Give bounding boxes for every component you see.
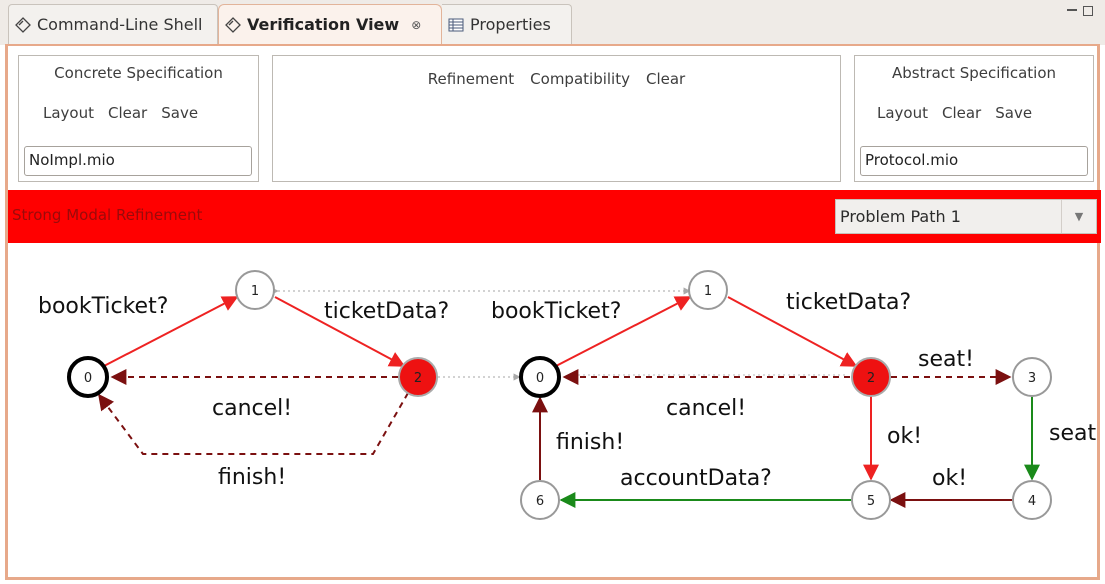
- chevron-down-icon[interactable]: ▼: [1061, 200, 1096, 233]
- tab-label: Command-Line Shell: [37, 15, 203, 34]
- concrete-clear-button[interactable]: Clear: [108, 104, 147, 122]
- refinement-result-band: Strong Modal Refinement Problem Path 1 ▼: [8, 190, 1101, 243]
- node-r5[interactable]: 5: [851, 480, 891, 520]
- label-r-ok-2: ok!: [932, 466, 967, 491]
- node-label: 5: [867, 494, 875, 509]
- problem-path-dropdown[interactable]: Problem Path 1 ▼: [835, 199, 1097, 234]
- tab-command-line-shell[interactable]: Command-Line Shell: [8, 4, 218, 44]
- label-l-cancel: cancel!: [212, 396, 292, 421]
- concrete-layout-button[interactable]: Layout: [43, 104, 94, 122]
- node-label: 6: [536, 494, 544, 509]
- node-r0[interactable]: 0: [519, 356, 561, 398]
- abstract-specification-panel: Abstract Specification Layout Clear Save…: [854, 55, 1094, 182]
- node-r2[interactable]: 2: [851, 357, 891, 397]
- node-r6[interactable]: 6: [520, 480, 560, 520]
- maximize-icon[interactable]: [1083, 6, 1093, 16]
- label-r-ok-1: ok!: [887, 424, 922, 449]
- view-tab-bar: Command-Line Shell Verification View ⊗ P…: [0, 0, 1105, 45]
- abstract-specification-title: Abstract Specification: [891, 64, 1057, 82]
- node-label: 1: [704, 284, 712, 299]
- tab-label: Properties: [470, 15, 551, 34]
- node-label: 1: [251, 284, 259, 299]
- compatibility-button[interactable]: Compatibility: [530, 70, 630, 88]
- label-l-finish: finish!: [218, 465, 286, 490]
- node-label: 2: [414, 371, 422, 386]
- label-r-bookticket: bookTicket?: [491, 299, 621, 324]
- node-l2[interactable]: 2: [398, 357, 438, 397]
- tab-properties[interactable]: Properties: [442, 4, 572, 44]
- node-label: 3: [1028, 371, 1036, 386]
- label-r-cancel: cancel!: [666, 396, 746, 421]
- node-label: 0: [84, 371, 92, 386]
- concrete-specification-title: Concrete Specification: [54, 64, 223, 82]
- node-label: 0: [536, 371, 544, 386]
- state-graph-canvas: 0 1 2 0 1 2 3 4 5 6 bookTicket? ticketDa…: [38, 270, 1096, 520]
- node-label: 4: [1028, 494, 1036, 509]
- window-controls: [1067, 6, 1093, 16]
- close-icon[interactable]: ⊗: [411, 18, 421, 32]
- clear-button[interactable]: Clear: [646, 70, 685, 88]
- concrete-save-button[interactable]: Save: [161, 104, 198, 122]
- label-r-seat-2: seat: [1049, 421, 1096, 446]
- node-r3[interactable]: 3: [1012, 357, 1052, 397]
- label-r-finish: finish!: [556, 430, 624, 455]
- refinement-button[interactable]: Refinement: [428, 70, 514, 88]
- node-r4[interactable]: 4: [1012, 480, 1052, 520]
- concrete-specification-panel: Concrete Specification Layout Clear Save…: [18, 55, 259, 182]
- label-l-ticketdata: ticketData?: [324, 299, 449, 324]
- problem-path-value: Problem Path 1: [840, 207, 961, 226]
- shell-diamond-icon: [15, 16, 31, 33]
- label-r-ticketdata: ticketData?: [786, 290, 911, 315]
- node-label: 2: [867, 371, 875, 386]
- abstract-layout-button[interactable]: Layout: [877, 104, 928, 122]
- label-l-bookticket: bookTicket?: [38, 294, 168, 319]
- node-l1[interactable]: 1: [235, 270, 275, 310]
- node-r1[interactable]: 1: [688, 270, 728, 310]
- tab-verification-view[interactable]: Verification View ⊗: [218, 4, 442, 44]
- abstract-file-field[interactable]: Protocol.mio: [860, 146, 1088, 176]
- check-actions-panel: Refinement Compatibility Clear: [272, 55, 841, 182]
- refinement-result-label: Strong Modal Refinement: [12, 206, 203, 224]
- label-r-seat-1: seat!: [918, 347, 974, 372]
- node-l0[interactable]: 0: [67, 356, 109, 398]
- abstract-save-button[interactable]: Save: [995, 104, 1032, 122]
- properties-table-icon: [448, 17, 464, 33]
- verification-diamond-icon: [225, 16, 241, 33]
- label-r-accountdata: accountData?: [620, 466, 772, 491]
- concrete-file-field[interactable]: NoImpl.mio: [24, 146, 252, 176]
- minimize-icon[interactable]: [1067, 9, 1077, 13]
- abstract-clear-button[interactable]: Clear: [942, 104, 981, 122]
- tab-label: Verification View: [247, 15, 400, 34]
